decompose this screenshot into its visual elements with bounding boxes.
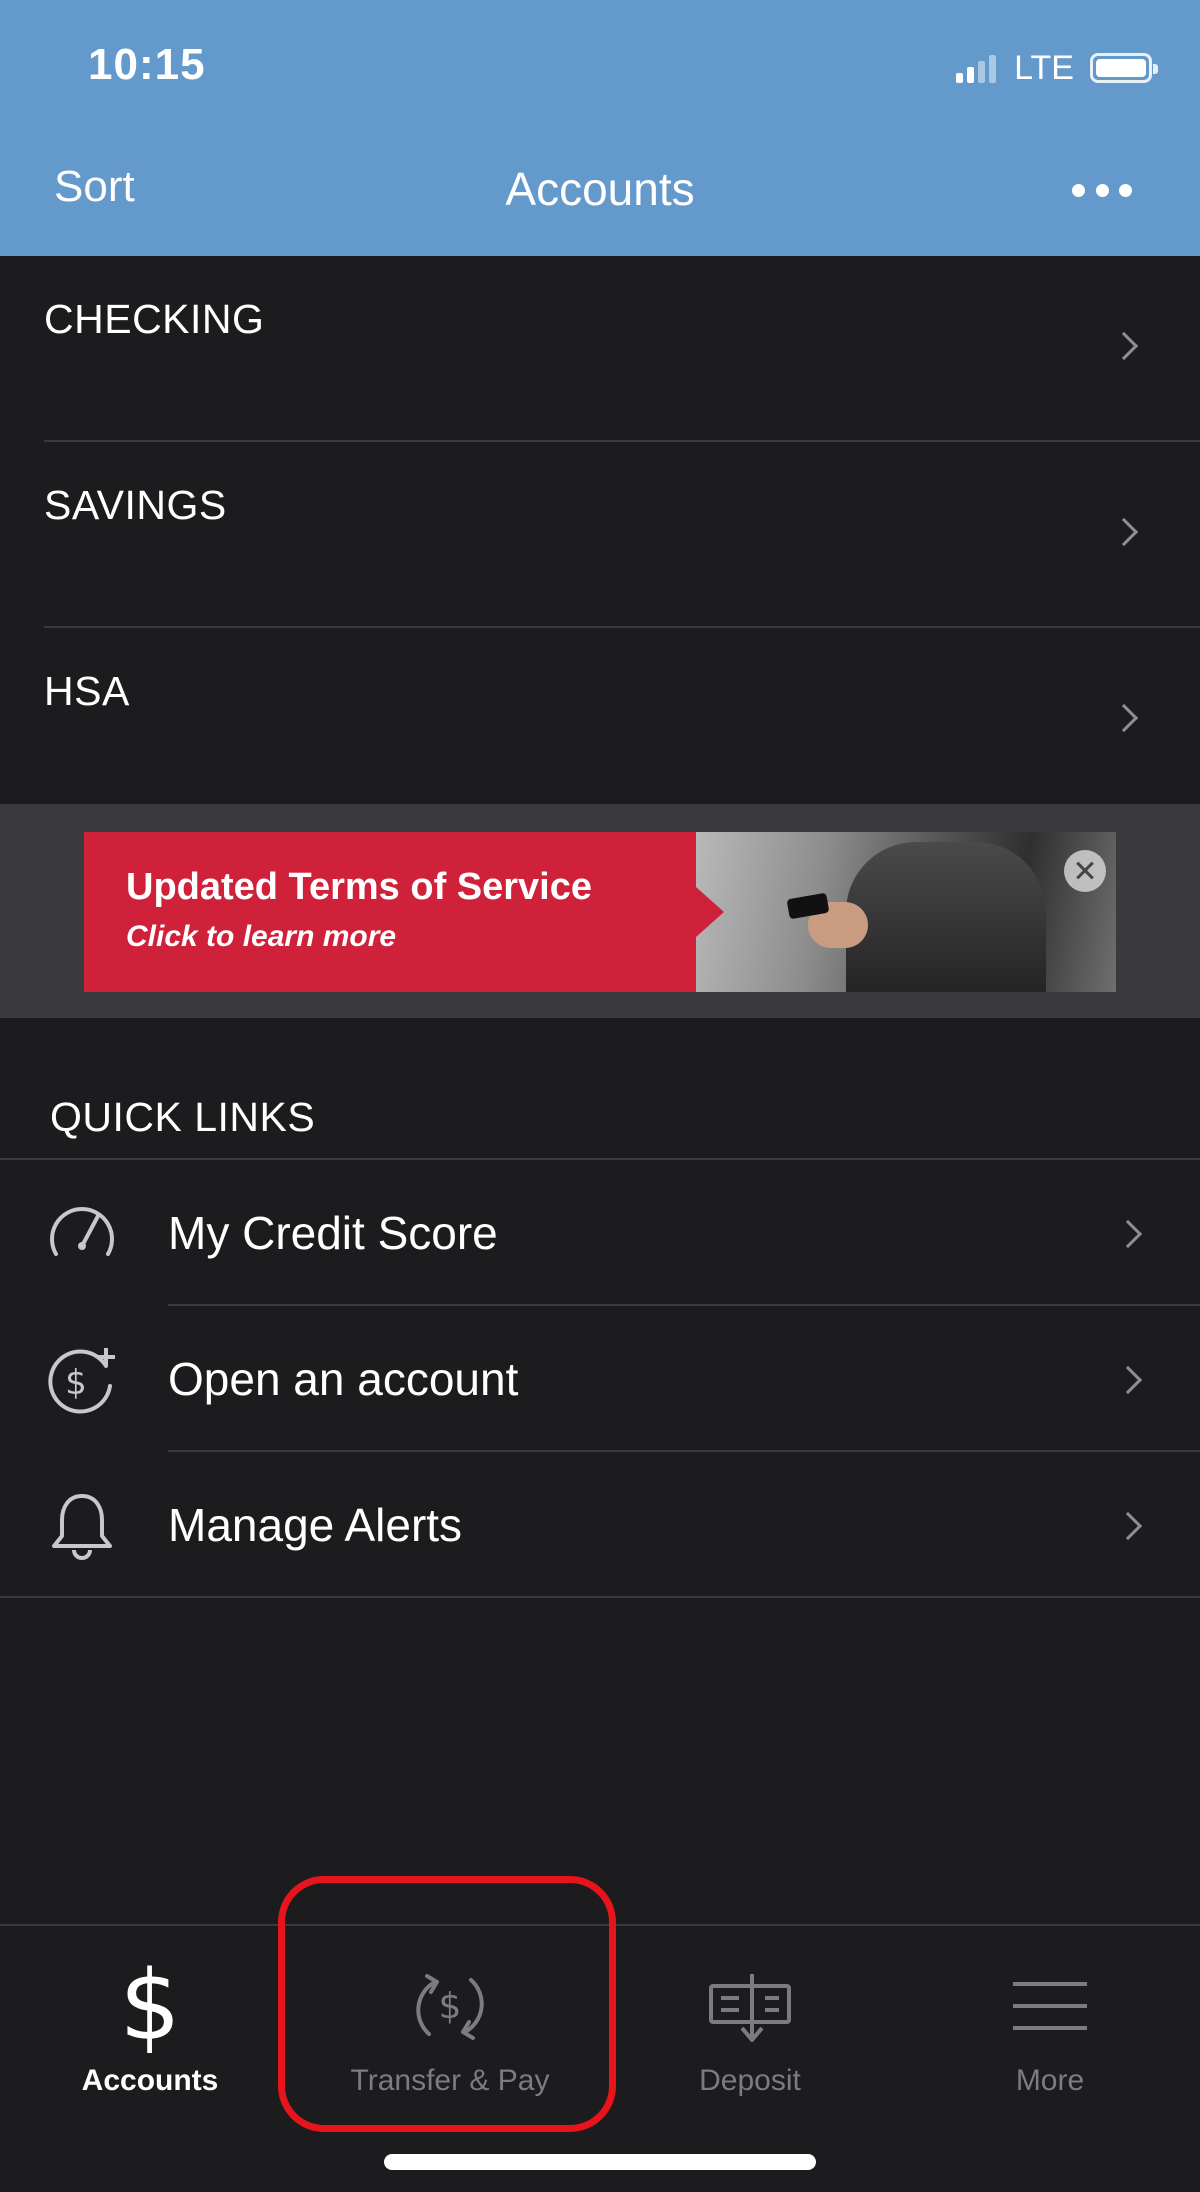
tab-label: Transfer & Pay [350, 2064, 550, 2097]
chevron-right-icon [1109, 517, 1139, 547]
tab-transfer-pay[interactable]: $ Transfer & Pay [300, 1926, 600, 2126]
tab-label: More [1015, 2064, 1085, 2097]
account-label: HSA [44, 668, 130, 714]
chevron-right-icon [1113, 1511, 1143, 1541]
quick-link-label: My Credit Score [168, 1207, 498, 1259]
quick-link-label: Open an account [168, 1353, 519, 1405]
svg-text:$: $ [439, 1986, 462, 2027]
status-indicators: LTE [956, 46, 1158, 90]
chevron-right-icon [1109, 703, 1139, 733]
menu-icon [1013, 1982, 1087, 2030]
close-icon[interactable] [1064, 850, 1106, 892]
banner-subtitle: Click to learn more [126, 920, 397, 953]
quick-link-open-account[interactable]: $ Open an account [0, 1306, 1200, 1452]
sort-button[interactable]: Sort [54, 162, 135, 212]
tab-accounts[interactable]: $ Accounts [0, 1926, 300, 2126]
account-row-checking[interactable]: CHECKING [0, 256, 1200, 442]
svg-text:$: $ [65, 1363, 87, 1403]
battery-icon [1090, 53, 1158, 83]
terms-banner[interactable]: Updated Terms of Service Click to learn … [84, 832, 1116, 992]
tab-deposit[interactable]: Deposit [600, 1926, 900, 2126]
gauge-icon [50, 1207, 114, 1256]
transfer-dollar-icon: $ [416, 1974, 484, 2040]
status-time: 10:15 [88, 40, 206, 89]
dollar-plus-icon: $ [48, 1348, 115, 1414]
bell-icon [52, 1494, 112, 1560]
account-label: SAVINGS [44, 482, 227, 528]
quick-link-manage-alerts[interactable]: Manage Alerts [0, 1452, 1200, 1598]
quick-links-heading: QUICK LINKS [50, 1094, 316, 1140]
quick-link-credit-score[interactable]: My Credit Score [0, 1160, 1200, 1306]
account-label: CHECKING [44, 296, 265, 342]
home-indicator[interactable] [384, 2154, 816, 2170]
account-row-savings[interactable]: SAVINGS [0, 442, 1200, 628]
dollar-icon: $ [119, 1950, 181, 2062]
tab-label: Accounts [81, 2064, 219, 2097]
banner-photo [696, 832, 1116, 992]
tab-more[interactable]: More [900, 1926, 1200, 2126]
account-row-hsa[interactable]: HSA [0, 628, 1200, 814]
banner-title: Updated Terms of Service [126, 866, 593, 908]
chevron-right-icon [1109, 331, 1139, 361]
check-deposit-icon [709, 1974, 791, 2042]
ellipsis-icon[interactable] [1072, 168, 1132, 212]
tab-bar: $ Accounts $ Transfer & Pay Deposit More [0, 1924, 1200, 2192]
header: 10:15 LTE Sort Accounts [0, 0, 1200, 256]
page-title: Accounts [505, 163, 695, 215]
tab-label: Deposit [699, 2064, 801, 2097]
divider [0, 1596, 1200, 1598]
signal-icon [956, 53, 997, 83]
promo-area: Updated Terms of Service Click to learn … [0, 804, 1200, 1018]
chevron-right-icon [1113, 1219, 1143, 1249]
chevron-right-icon [1113, 1365, 1143, 1395]
network-type: LTE [1014, 48, 1074, 87]
quick-link-label: Manage Alerts [168, 1499, 463, 1551]
